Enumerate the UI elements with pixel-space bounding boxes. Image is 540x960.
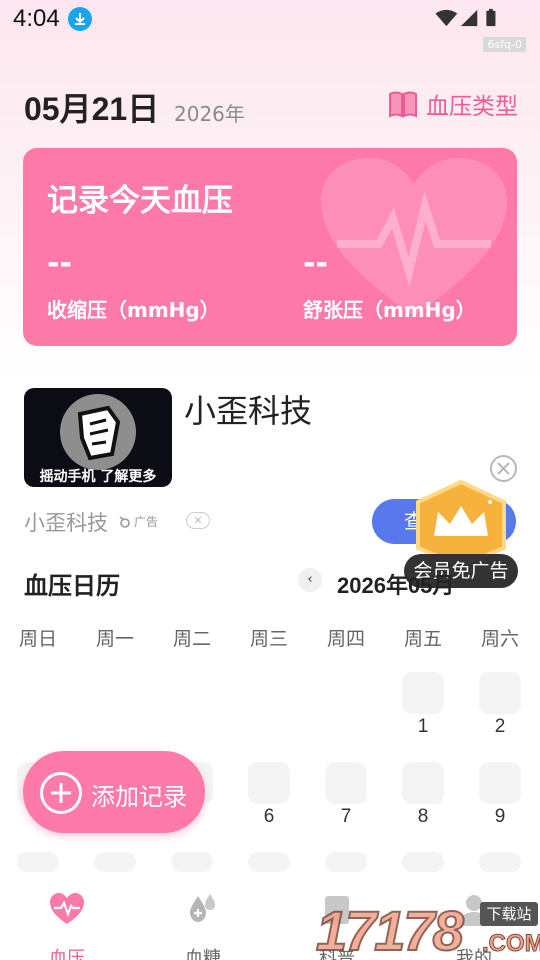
calendar-day-cell[interactable]: [325, 762, 367, 804]
diastolic-label: 舒张压（mmHg）: [303, 298, 476, 322]
add-record-label: 添加记录: [91, 783, 187, 811]
weekday-thu: 周四: [326, 628, 365, 650]
weekday-wed: 周三: [249, 628, 288, 650]
nav-label-blood-sugar: 血糖: [185, 948, 221, 960]
ad-thumb-caption: 摇动手机 了解更多: [39, 469, 157, 485]
calendar-day-cell[interactable]: [17, 852, 59, 872]
ad-label-text: 广告: [134, 515, 159, 529]
systolic-value: --: [47, 246, 72, 281]
watermark-suffix: .COM: [482, 930, 540, 958]
weekday-mon: 周一: [95, 628, 134, 650]
calendar-title: 血压日历: [24, 572, 120, 600]
calendar-day-number: 6: [263, 806, 275, 827]
calendar-day-cell[interactable]: [94, 852, 136, 872]
date-label: 05月21日: [24, 91, 160, 127]
calendar-day-cell[interactable]: [479, 672, 521, 714]
calendar-day-cell[interactable]: [248, 852, 290, 872]
weekday-tue: 周二: [172, 628, 211, 650]
record-card-title: 记录今天血压: [47, 183, 233, 219]
calendar-month: 2026年05月: [337, 573, 455, 598]
systolic-label: 收缩压（mmHg）: [47, 298, 220, 322]
prev-month-button[interactable]: ‹: [298, 568, 322, 592]
status-icons: [435, 8, 496, 27]
weekday-sun: 周日: [18, 628, 57, 650]
calendar-day-number: 1: [417, 716, 429, 737]
debug-tag: 6sfq-0: [483, 37, 526, 52]
add-record-button[interactable]: 添加记录: [23, 751, 205, 833]
record-bp-card[interactable]: 记录今天血压 -- -- 收缩压（mmHg） 舒张压（mmHg）: [23, 148, 517, 346]
ad-name: 小歪科技: [184, 392, 313, 430]
calendar-day-cell[interactable]: [325, 852, 367, 872]
bp-type-button[interactable]: 血压类型: [388, 88, 518, 120]
calendar-day-cell[interactable]: [402, 672, 444, 714]
watermark-sub: 下载站: [480, 902, 538, 926]
ad-thumbnail[interactable]: 摇动手机 了解更多: [24, 388, 172, 487]
calendar-day-number: 7: [340, 806, 352, 827]
calendar-day-number: 9: [494, 806, 506, 827]
book-icon: [389, 91, 417, 118]
calendar-day-number: 2: [494, 716, 506, 737]
ad-logo-circle: [60, 394, 136, 470]
site-watermark: 17178 下载站 .COM: [315, 896, 540, 960]
calendar-day-number: 8: [417, 806, 429, 827]
calendar-day-cell[interactable]: [402, 852, 444, 872]
plus-icon: [40, 772, 82, 814]
calendar-day-cell[interactable]: [479, 852, 521, 872]
diastolic-value: --: [303, 246, 328, 281]
year-label: 2026年: [174, 102, 245, 126]
weekday-sat: 周六: [480, 628, 519, 650]
status-time: 4:04: [13, 5, 60, 32]
calendar-day-cell[interactable]: [479, 762, 521, 804]
ad-label: 广告: [118, 513, 158, 530]
bp-type-label: 血压类型: [426, 94, 518, 120]
download-icon: [68, 7, 92, 31]
hand-icon: [77, 405, 121, 461]
ad-dismiss-button[interactable]: ✕: [186, 512, 210, 529]
calendar-day-cell[interactable]: [171, 852, 213, 872]
status-bar: 4:04: [0, 0, 540, 38]
nav-label-blood-pressure: 血压: [49, 948, 85, 960]
ad-mark-icon: [119, 515, 130, 528]
close-icon: [497, 462, 510, 475]
watermark-text: 17178: [315, 898, 465, 960]
calendar-day-cell[interactable]: [248, 762, 290, 804]
drops-icon: [190, 894, 215, 922]
heart-pulse-icon: [50, 893, 84, 924]
date-header: 05月21日 2026年 血压类型: [24, 84, 518, 128]
ad-brand: 小歪科技: [24, 511, 108, 535]
calendar-day-cell[interactable]: [402, 762, 444, 804]
weekday-fri: 周五: [403, 628, 442, 650]
